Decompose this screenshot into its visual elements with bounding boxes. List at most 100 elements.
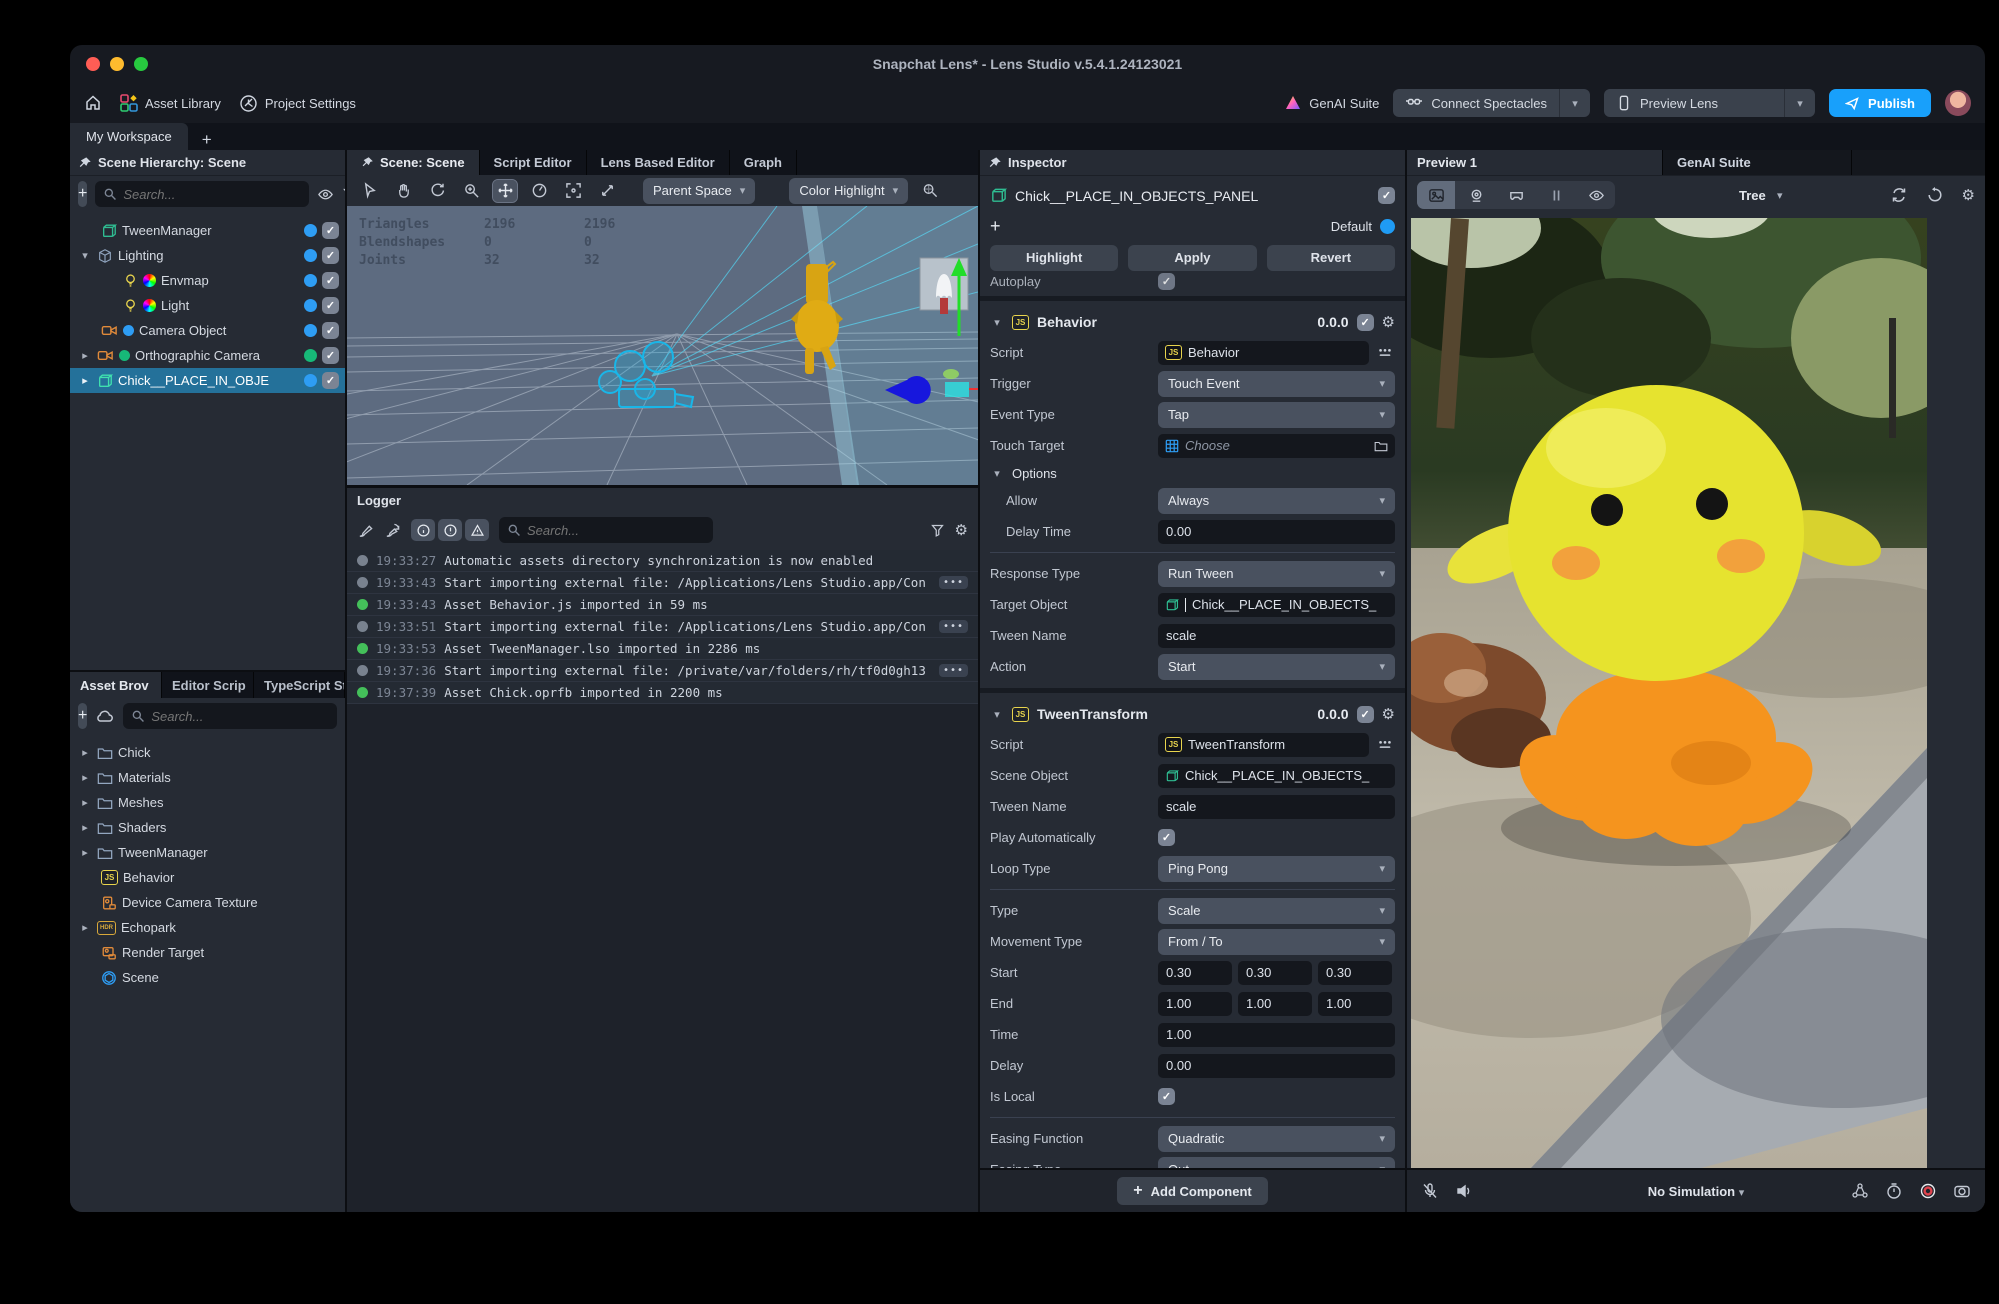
highlight-button[interactable]: Highlight xyxy=(990,245,1118,271)
behavior-section-header[interactable]: ▾ JS Behavior 0.0.0 ✓ ⚙ xyxy=(990,307,1395,337)
error-filter-icon[interactable] xyxy=(465,519,489,541)
log-entry[interactable]: 19:33:27Automatic assets directory synch… xyxy=(347,550,978,572)
tab-script-editor[interactable]: Script Editor xyxy=(480,150,587,175)
asset-row-behavior[interactable]: JSBehavior xyxy=(70,865,345,890)
tab-typescript[interactable]: TypeScript St xyxy=(254,672,345,698)
preview-lens-dropdown[interactable]: ▾ xyxy=(1784,89,1815,117)
filter-icon[interactable] xyxy=(930,523,945,538)
logger-search-input[interactable] xyxy=(527,523,705,538)
log-more-icon[interactable]: ••• xyxy=(939,664,968,677)
hierarchy-row-tweenmanager[interactable]: TweenManager ✓ xyxy=(70,218,345,243)
chevron-right-icon[interactable]: ▸ xyxy=(78,796,92,809)
entity-enabled-checkbox[interactable]: ✓ xyxy=(1378,187,1395,204)
asset-row-echopark[interactable]: ▸HDREchopark xyxy=(70,915,345,940)
hierarchy-search[interactable] xyxy=(95,181,309,207)
stopwatch-icon[interactable] xyxy=(1885,1182,1903,1200)
chevron-down-icon[interactable]: ▾ xyxy=(990,467,1004,480)
start-x-input[interactable]: 0.30 xyxy=(1158,961,1232,985)
log-entry[interactable]: 19:37:39Asset Chick.oprfb imported in 22… xyxy=(347,682,978,704)
asset-row-scene[interactable]: Scene xyxy=(70,965,345,990)
device-simulation-icon[interactable] xyxy=(1851,1182,1869,1200)
tab-graph[interactable]: Graph xyxy=(730,150,797,175)
delay-time-input[interactable]: 0.00 xyxy=(1158,520,1395,544)
chevron-right-icon[interactable]: ▸ xyxy=(78,846,92,859)
highlight-dropdown[interactable]: Color Highlight▾ xyxy=(789,178,908,204)
tween-name-input[interactable]: scale xyxy=(1158,624,1395,648)
space-dropdown[interactable]: Parent Space▾ xyxy=(643,178,755,204)
end-y-input[interactable]: 1.00 xyxy=(1238,992,1312,1016)
hierarchy-row-camera-object[interactable]: Camera Object ✓ xyxy=(70,318,345,343)
scene-viewport[interactable]: Triangles21962196 Blendshapes00 Joints32… xyxy=(347,206,978,485)
hierarchy-row-chick-selected[interactable]: ▸ Chick__PLACE_IN_OBJE ✓ xyxy=(70,368,345,393)
enabled-checkbox[interactable]: ✓ xyxy=(322,347,339,364)
preview-lens-button[interactable]: Preview Lens ▾ xyxy=(1604,89,1815,117)
end-z-input[interactable]: 1.00 xyxy=(1318,992,1392,1016)
gear-icon[interactable]: ⚙ xyxy=(1962,188,1975,203)
asset-search[interactable] xyxy=(123,703,337,729)
reset-icon[interactable] xyxy=(1926,186,1944,204)
asset-library-button[interactable]: Asset Library xyxy=(120,94,221,112)
hierarchy-row-light[interactable]: Light ✓ xyxy=(70,293,345,318)
genai-suite-button[interactable]: GenAI Suite xyxy=(1284,94,1379,112)
enabled-checkbox[interactable]: ✓ xyxy=(322,372,339,389)
delay-input[interactable]: 0.00 xyxy=(1158,1054,1395,1078)
log-more-icon[interactable]: ••• xyxy=(939,620,968,633)
layer-dot[interactable] xyxy=(304,299,317,312)
user-avatar[interactable] xyxy=(1945,90,1971,116)
time-input[interactable]: 1.00 xyxy=(1158,1023,1395,1047)
hierarchy-row-lighting[interactable]: ▾ Lighting ✓ xyxy=(70,243,345,268)
gear-icon[interactable]: ⚙ xyxy=(955,523,968,538)
logger-search[interactable] xyxy=(499,517,713,543)
scale-tool-icon[interactable] xyxy=(595,180,619,202)
enabled-checkbox[interactable]: ✓ xyxy=(322,222,339,239)
connections-icon[interactable] xyxy=(1375,737,1395,753)
preview-render[interactable] xyxy=(1411,218,1927,1168)
target-object-field[interactable]: Chick__PLACE_IN_OBJECTS_ xyxy=(1158,593,1395,617)
layer-dot[interactable] xyxy=(304,349,317,362)
asset-search-input[interactable] xyxy=(151,709,329,724)
color-pick-icon[interactable] xyxy=(918,180,942,202)
record-icon[interactable] xyxy=(1919,1182,1937,1200)
end-x-input[interactable]: 1.00 xyxy=(1158,992,1232,1016)
hierarchy-row-envmap[interactable]: Envmap ✓ xyxy=(70,268,345,293)
autoplay-checkbox[interactable]: ✓ xyxy=(1158,273,1175,290)
warning-filter-icon[interactable] xyxy=(438,519,462,541)
layer-dot[interactable] xyxy=(304,324,317,337)
frame-tool-icon[interactable] xyxy=(561,180,585,202)
script-field[interactable]: JSBehavior xyxy=(1158,341,1369,365)
gear-icon[interactable]: ⚙ xyxy=(1382,707,1395,722)
type-dropdown[interactable]: Scale▾ xyxy=(1158,898,1395,924)
asset-row-render-target[interactable]: Render Target xyxy=(70,940,345,965)
log-entry[interactable]: 19:33:43Asset Behavior.js imported in 59… xyxy=(347,594,978,616)
pin-icon[interactable] xyxy=(78,156,92,170)
asset-row-device-camera-texture[interactable]: Device Camera Texture xyxy=(70,890,345,915)
log-entry[interactable]: 19:33:43Start importing external file: /… xyxy=(347,572,978,594)
project-settings-button[interactable]: Project Settings xyxy=(239,94,356,113)
publish-button[interactable]: Publish xyxy=(1829,89,1931,117)
enabled-checkbox[interactable]: ✓ xyxy=(322,297,339,314)
asset-row-meshes[interactable]: ▸Meshes xyxy=(70,790,345,815)
add-component-button[interactable]: +Add Component xyxy=(1117,1177,1267,1205)
add-workspace-button[interactable]: + xyxy=(188,130,226,150)
clear-on-refresh-icon[interactable] xyxy=(384,522,401,539)
chevron-right-icon[interactable]: ▸ xyxy=(78,746,92,759)
chevron-right-icon[interactable]: ▸ xyxy=(78,349,92,362)
easing-type-dropdown[interactable]: Out▾ xyxy=(1158,1157,1395,1169)
is-local-checkbox[interactable]: ✓ xyxy=(1158,1088,1175,1105)
component-enabled-checkbox[interactable]: ✓ xyxy=(1357,314,1374,331)
spectacles-preview-icon[interactable] xyxy=(1497,181,1535,209)
chevron-down-icon[interactable]: ▾ xyxy=(78,249,92,262)
tab-lens-based-editor[interactable]: Lens Based Editor xyxy=(587,150,730,175)
log-entry[interactable]: 19:37:36Start importing external file: /… xyxy=(347,660,978,682)
allow-dropdown[interactable]: Always▾ xyxy=(1158,488,1395,514)
touch-target-field[interactable]: Choose xyxy=(1158,434,1395,458)
asset-row-chick[interactable]: ▸Chick xyxy=(70,740,345,765)
component-enabled-checkbox[interactable]: ✓ xyxy=(1357,706,1374,723)
orbit-tool-icon[interactable] xyxy=(425,180,449,202)
layer-dot[interactable] xyxy=(304,249,317,262)
log-more-icon[interactable]: ••• xyxy=(939,576,968,589)
add-icon[interactable]: + xyxy=(990,216,1001,237)
info-filter-icon[interactable] xyxy=(411,519,435,541)
event-type-dropdown[interactable]: Tap▾ xyxy=(1158,402,1395,428)
folder-icon[interactable] xyxy=(1374,440,1388,452)
